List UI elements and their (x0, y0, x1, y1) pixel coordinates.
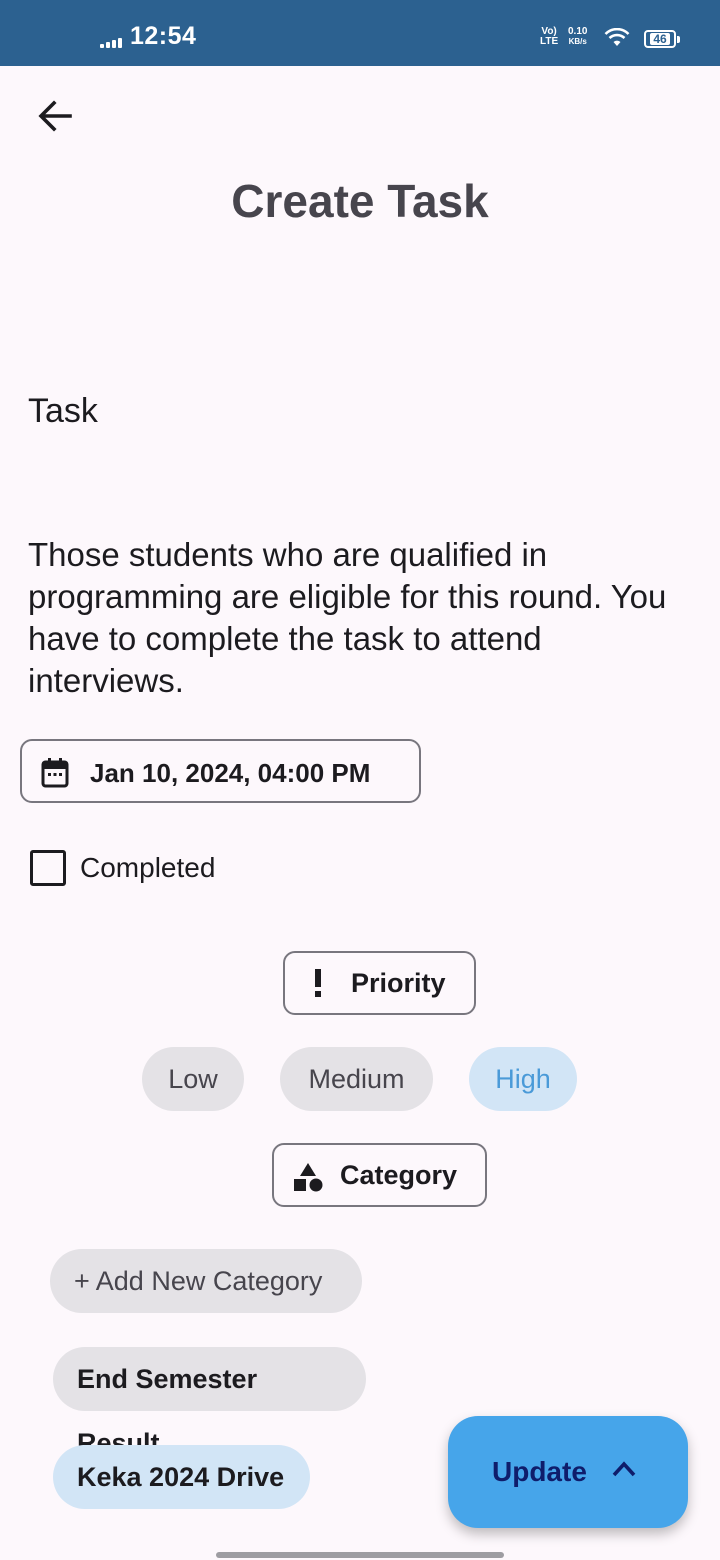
home-indicator[interactable] (216, 1552, 504, 1558)
network-speed: 0.10 KB/s (568, 26, 588, 47)
signal-icon (100, 38, 124, 48)
update-label: Update (492, 1456, 587, 1487)
add-category-chip[interactable]: + Add New Category (50, 1249, 362, 1313)
wifi-icon (604, 28, 630, 46)
category-chip-keka-drive[interactable]: Keka 2024 Drive (53, 1445, 310, 1509)
volte-icon: Vo) LTE (540, 26, 559, 47)
battery-icon: 46 (644, 30, 680, 48)
completed-label: Completed (80, 852, 216, 883)
priority-chip-medium[interactable]: Medium (280, 1047, 433, 1111)
completed-row[interactable]: Completed (30, 849, 215, 887)
update-button[interactable]: Update (448, 1416, 688, 1528)
due-date-label: Jan 10, 2024, 04:00 PM (90, 758, 371, 788)
back-button[interactable] (34, 94, 78, 138)
exclamation-icon (315, 969, 321, 997)
category-label: Category (340, 1160, 458, 1190)
arrow-back-icon (38, 100, 72, 132)
due-date-button[interactable]: Jan 10, 2024, 04:00 PM (20, 739, 421, 803)
page-title: Create Task (231, 175, 489, 227)
priority-chip-low[interactable]: Low (142, 1047, 244, 1111)
priority-chip-high[interactable]: High (469, 1047, 577, 1111)
status-time: 12:54 (130, 22, 197, 50)
task-description-input[interactable]: Those students who are qualified in prog… (28, 534, 698, 702)
chevron-up-icon (612, 1461, 636, 1477)
status-bar: 12:54 Vo) LTE 0.10 KB/s 46 (0, 0, 720, 66)
completed-checkbox[interactable] (30, 850, 66, 886)
priority-button[interactable]: Priority (283, 951, 476, 1015)
category-button[interactable]: Category (272, 1143, 487, 1207)
category-chip-end-semester[interactable]: End Semester Result (53, 1347, 366, 1458)
calendar-icon (41, 758, 69, 788)
priority-label: Priority (351, 968, 446, 998)
task-title-input[interactable]: Task (28, 392, 98, 431)
shapes-icon (294, 1163, 323, 1192)
